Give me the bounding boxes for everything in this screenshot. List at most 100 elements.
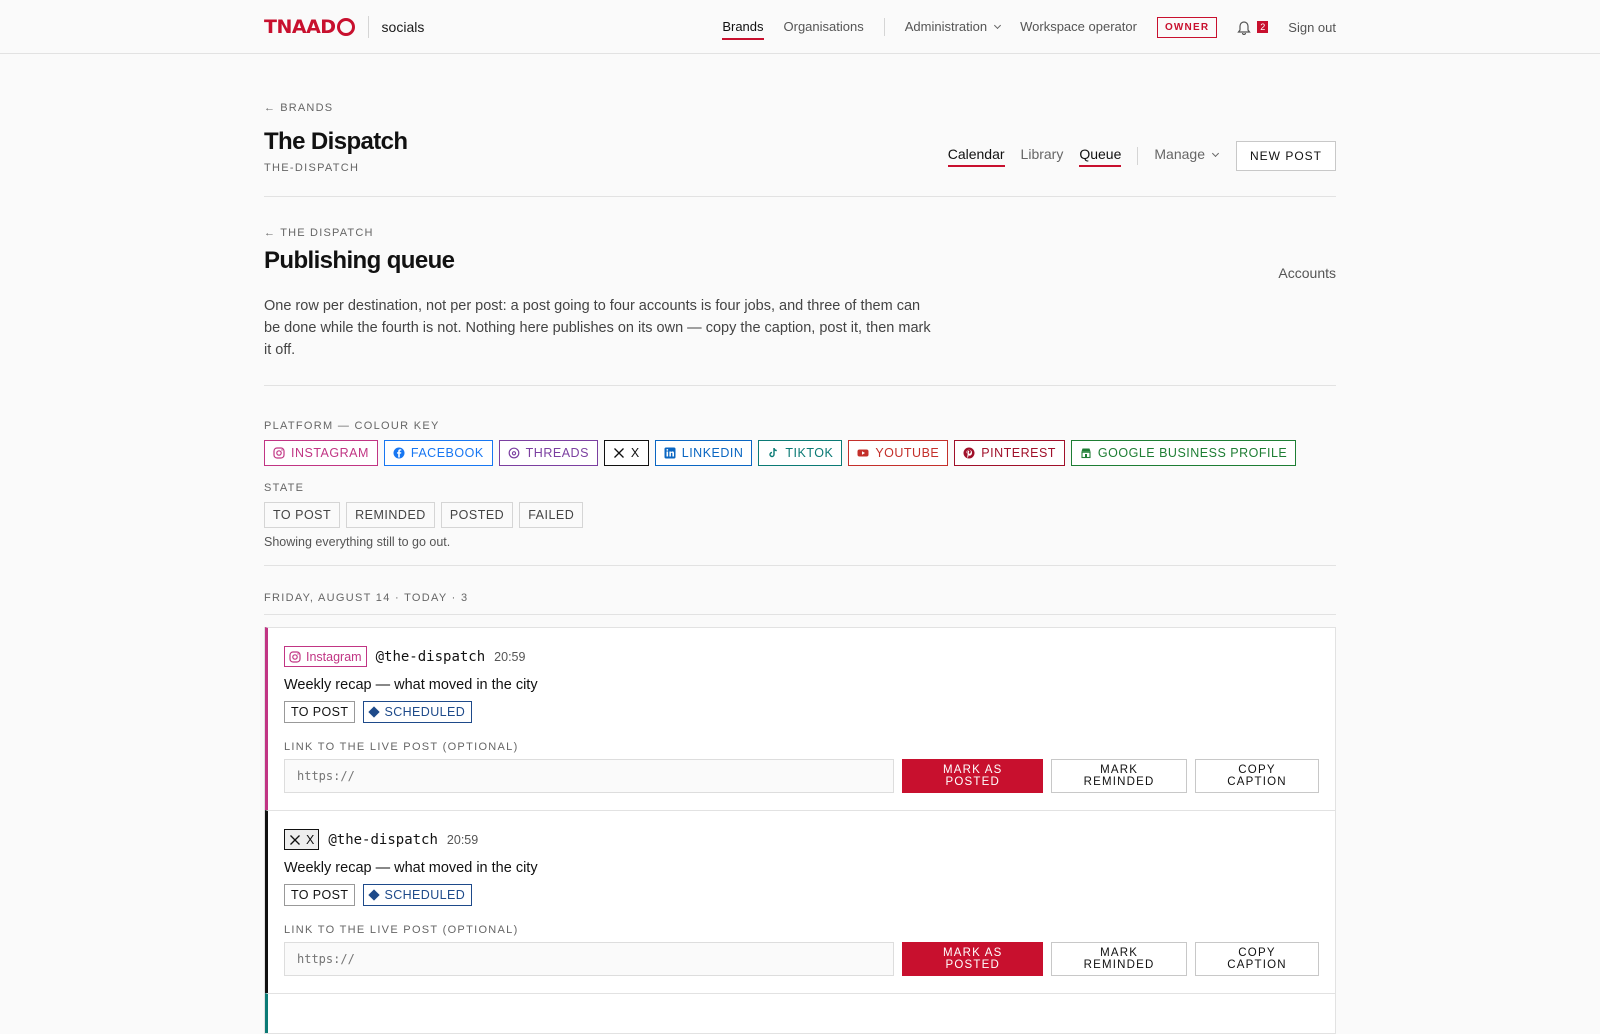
instagram-icon xyxy=(273,447,285,459)
live-link-label: LINK TO THE LIVE POST (OPTIONAL) xyxy=(284,741,519,753)
diamond-icon xyxy=(368,889,381,901)
tab-manage[interactable]: Manage xyxy=(1154,145,1220,167)
sign-out-link[interactable]: Sign out xyxy=(1288,20,1336,35)
logo[interactable]: TNAAD xyxy=(264,16,355,38)
pinterest-icon xyxy=(963,447,975,459)
state-filter-to-post[interactable]: TO POST xyxy=(264,502,341,528)
divider xyxy=(264,385,1336,386)
tab-queue[interactable]: Queue xyxy=(1079,146,1122,167)
platform-chip-label: X xyxy=(306,832,315,847)
day-heading: FRIDAY, AUGUST 14 · TODAY · 3 xyxy=(264,592,469,604)
nav-divider xyxy=(883,18,885,36)
platform-key-pinterest: PINTEREST xyxy=(954,440,1065,466)
platform-chip: Instagram xyxy=(284,646,367,667)
nav-brands[interactable]: Brands xyxy=(722,15,764,40)
new-post-button[interactable]: NEW POST xyxy=(1235,141,1336,171)
queue-row: X @the-dispatch 20:59 Weekly recap — wha… xyxy=(265,810,1335,993)
main-content: ← BRANDS The Dispatch THE-DISPATCH Calend… xyxy=(264,54,1336,1034)
notifications-button[interactable]: 2 xyxy=(1237,20,1269,35)
platform-key-youtube: YOUTUBE xyxy=(848,440,949,466)
state-filter-failed[interactable]: FAILED xyxy=(519,502,584,528)
platform-key-label: LINKEDIN xyxy=(681,446,744,460)
state-filter-reminded[interactable]: REMINDED xyxy=(346,502,435,528)
platform-key-label: FACEBOOK xyxy=(410,446,484,460)
post-time: 20:59 xyxy=(446,832,479,847)
schedule-badge: SCHEDULED xyxy=(363,884,473,906)
platform-key-label: PINTEREST xyxy=(981,446,1056,460)
accounts-link[interactable]: Accounts xyxy=(1278,265,1336,281)
queue-row: Instagram @the-dispatch 20:59 Weekly rec… xyxy=(265,627,1335,810)
back-to-brands-link[interactable]: ← BRANDS xyxy=(264,102,1336,114)
brand-tabs: Calendar Library Queue Manage NEW POST xyxy=(932,141,1336,174)
post-time: 20:59 xyxy=(494,649,526,664)
state-badge: TO POST xyxy=(284,701,356,723)
platform-key: INSTAGRAM FACEBOOK THREADS X LINKEDIN TIKTOK Y… xyxy=(264,440,1336,466)
chevron-down-icon xyxy=(994,21,1002,29)
bell-icon xyxy=(1237,20,1251,35)
facebook-icon xyxy=(393,447,405,459)
platform-key-linkedin: LINKEDIN xyxy=(654,440,753,466)
tabs-divider xyxy=(1137,147,1139,165)
platform-key-label: YOUTUBE xyxy=(875,446,940,460)
platform-key-threads: THREADS xyxy=(498,440,598,466)
divider xyxy=(264,614,1336,615)
back-to-brands-label: BRANDS xyxy=(280,102,334,114)
mark-reminded-button[interactable]: MARK REMINDED xyxy=(1051,942,1188,976)
chevron-down-icon xyxy=(1211,149,1220,157)
platform-key-label: X xyxy=(630,446,640,460)
linkedin-icon xyxy=(664,447,676,459)
logo-ring-icon xyxy=(336,18,355,36)
post-title[interactable]: Weekly recap — what moved in the city xyxy=(284,860,1319,876)
tab-manage-label: Manage xyxy=(1154,145,1205,162)
instagram-icon xyxy=(289,650,301,663)
schedule-badge-label: SCHEDULED xyxy=(384,705,466,719)
queue-row xyxy=(265,993,1335,1033)
platform-key-x: X xyxy=(603,440,649,466)
account-handle: @the-dispatch xyxy=(328,831,438,848)
state-filters: TO POST REMINDED POSTED FAILED xyxy=(264,502,1336,528)
copy-caption-button[interactable]: COPY CAPTION xyxy=(1195,759,1319,793)
post-title[interactable]: Weekly recap — what moved in the city xyxy=(284,677,1319,693)
state-label: STATE xyxy=(264,482,305,494)
live-link-input[interactable] xyxy=(284,942,895,976)
brand-slug: THE-DISPATCH xyxy=(264,162,360,174)
nav-administration-label: Administration xyxy=(904,18,988,34)
state-badge: TO POST xyxy=(284,884,356,906)
mark-reminded-button[interactable]: MARK REMINDED xyxy=(1051,759,1188,793)
nav-administration[interactable]: Administration xyxy=(904,15,1002,40)
platform-key-label: THREADS xyxy=(525,446,589,460)
filter-hint: Showing everything still to go out. xyxy=(264,535,451,549)
notification-count: 2 xyxy=(1257,21,1269,33)
queue-description: One row per destination, not per post: a… xyxy=(264,298,931,358)
queue-list: Instagram @the-dispatch 20:59 Weekly rec… xyxy=(264,627,1336,1034)
mark-as-posted-button[interactable]: MARK AS POSTED xyxy=(902,942,1044,976)
platform-key-label: GOOGLE BUSINESS PROFILE xyxy=(1097,446,1288,460)
account-handle: @the-dispatch xyxy=(375,648,486,665)
platform-key-tiktok: TIKTOK xyxy=(758,440,843,466)
mark-as-posted-button[interactable]: MARK AS POSTED xyxy=(902,759,1044,793)
tab-library[interactable]: Library xyxy=(1021,146,1064,167)
page-title: Publishing queue xyxy=(264,247,455,274)
main-nav: Brands Organisations Administration Work… xyxy=(702,15,1336,40)
platform-key-instagram: INSTAGRAM xyxy=(264,440,378,466)
live-link-input[interactable] xyxy=(284,759,895,793)
logo-text: TNAAD xyxy=(264,16,336,38)
state-filter-posted[interactable]: POSTED xyxy=(440,502,514,528)
x-icon xyxy=(613,448,624,458)
youtube-icon xyxy=(857,449,869,457)
nav-organisations[interactable]: Organisations xyxy=(784,15,864,40)
copy-caption-button[interactable]: COPY CAPTION xyxy=(1195,942,1319,976)
google-business-icon xyxy=(1081,448,1091,459)
brand-header: The Dispatch THE-DISPATCH Calendar Libra… xyxy=(264,114,1336,197)
x-icon xyxy=(290,834,300,845)
platform-chip: X xyxy=(284,829,320,850)
platform-key-label: INSTAGRAM xyxy=(291,446,369,460)
tiktok-icon xyxy=(769,448,778,458)
platform-key-facebook: FACEBOOK xyxy=(383,440,493,466)
back-to-brand-link[interactable]: ← THE DISPATCH xyxy=(264,227,1336,239)
tab-calendar[interactable]: Calendar xyxy=(947,146,1005,167)
divider xyxy=(264,565,1336,566)
queue-header: Publishing queue Accounts xyxy=(264,239,1336,281)
platform-chip-label: Instagram xyxy=(306,649,362,664)
platform-key-label: TIKTOK xyxy=(785,446,834,460)
